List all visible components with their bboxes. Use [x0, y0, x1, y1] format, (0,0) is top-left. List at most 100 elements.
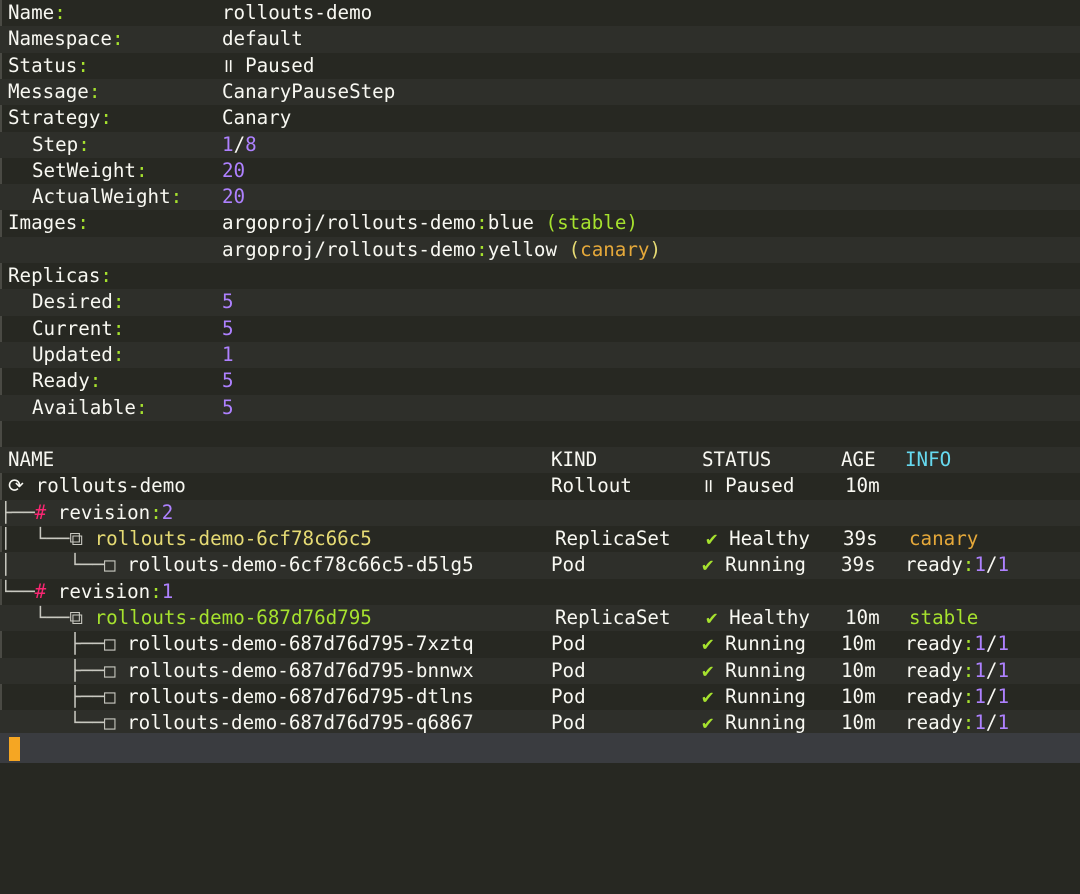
- pod-icon: □: [103, 658, 116, 682]
- pod-status: Running: [725, 684, 806, 708]
- header-name: NAME: [8, 448, 55, 472]
- image1-role: stable: [557, 211, 627, 235]
- command-line[interactable]: [0, 733, 1080, 763]
- pod-total: 1: [997, 632, 1010, 656]
- detail-row-status: Status: ॥ Paused: [8, 53, 315, 77]
- table-row-pod: ├──□ rollouts-demo-687d76d795-dtlns Pod …: [0, 684, 1080, 710]
- revision-label: revision: [57, 500, 151, 524]
- detail-row-setweight: SetWeight: 20: [0, 158, 1080, 184]
- pod-age: 10m: [841, 658, 876, 682]
- setweight-label: SetWeight: [32, 158, 136, 182]
- check-icon: ✔: [706, 527, 718, 550]
- detail-row-image2: argoproj/rollouts-demo:yellow (canary): [0, 236, 1080, 263]
- ready-label: Ready: [32, 369, 90, 393]
- pod-info-label: ready: [905, 711, 963, 735]
- check-icon: ✔: [702, 711, 714, 735]
- replicaset-icon: ⧉: [69, 527, 84, 550]
- status-value: Paused: [245, 53, 315, 77]
- replicaset-name: rollouts-demo-6cf78c66c5: [94, 527, 372, 550]
- detail-row-replicas: Replicas:: [8, 264, 112, 287]
- pod-name: rollouts-demo-687d76d795-dtlns: [127, 684, 474, 708]
- table-row-replicaset-stable: └──⧉ rollouts-demo-687d76d795 ReplicaSet…: [0, 604, 1080, 632]
- image2-tag: yellow: [487, 237, 558, 261]
- pod-status: Running: [725, 632, 806, 656]
- detail-row-current: Current: 5: [0, 316, 1080, 342]
- hash-icon: #: [34, 579, 47, 603]
- check-icon: ✔: [702, 632, 714, 656]
- detail-row-strategy: Strategy: Canary: [0, 105, 1080, 131]
- pod-ready: 1: [974, 632, 986, 656]
- pod-total: 1: [997, 658, 1010, 682]
- pod-age: 39s: [841, 553, 876, 577]
- pod-total: 1: [997, 711, 1010, 735]
- detail-row-available: Available: 5: [0, 394, 1080, 421]
- pod-ready: 1: [974, 658, 986, 682]
- pod-info-label: ready: [905, 658, 963, 682]
- tree-branch: └──: [0, 579, 35, 603]
- pod-icon: □: [103, 684, 116, 708]
- status-label: Status: [8, 53, 78, 77]
- hash-icon: #: [34, 500, 47, 524]
- tree-branch: │ └──: [0, 527, 70, 550]
- table-row-revision2: ├──# revision:2: [0, 499, 1080, 526]
- replicaset-age: 10m: [845, 605, 880, 629]
- tree-branch: ├──: [0, 658, 104, 682]
- table-row-pod: │ └──□ rollouts-demo-6cf78c66c5-d5lg5 Po…: [0, 552, 1080, 579]
- image1-tag: blue: [487, 211, 534, 235]
- revision-number: 2: [161, 500, 174, 524]
- check-icon: ✔: [702, 658, 714, 682]
- current-value: 5: [222, 316, 234, 340]
- pod-kind: Pod: [551, 684, 586, 708]
- image1-repo: argoproj/rollouts-demo: [222, 211, 477, 235]
- blank-row: [0, 421, 1080, 447]
- pod-age: 10m: [841, 684, 876, 708]
- available-label: Available: [32, 395, 136, 419]
- tree-branch: └──: [0, 711, 104, 735]
- pod-name: rollouts-demo-687d76d795-7xztq: [127, 632, 474, 656]
- pod-kind: Pod: [551, 553, 586, 577]
- step-label: Step: [32, 132, 79, 156]
- header-age: AGE: [841, 448, 876, 472]
- pod-age: 10m: [841, 632, 876, 656]
- header-info: INFO: [905, 448, 952, 472]
- current-label: Current: [32, 316, 113, 340]
- rollout-age: 10m: [845, 474, 880, 498]
- header-kind: KIND: [551, 448, 598, 472]
- desired-value: 5: [222, 290, 234, 314]
- pod-ready: 1: [974, 711, 986, 735]
- terminal-window: Name: rollouts-demo Namespace: default S…: [0, 0, 1080, 763]
- tree-branch: └──: [0, 605, 70, 629]
- detail-row-step: Step: 1/8: [0, 131, 1080, 158]
- pod-name: rollouts-demo-6cf78c66c5-d5lg5: [127, 553, 474, 577]
- name-label: Name: [8, 1, 55, 24]
- replicaset-status: Healthy: [729, 605, 810, 629]
- pod-info-label: ready: [905, 632, 963, 656]
- replicaset-info: canary: [909, 527, 979, 550]
- pod-total: 1: [997, 553, 1010, 577]
- table-header: NAME KIND STATUS AGE INFO: [0, 447, 1080, 474]
- pod-ready: 1: [974, 553, 986, 577]
- table-row-pod: ├──□ rollouts-demo-687d76d795-7xztq Pod …: [0, 631, 1080, 657]
- tree-branch: │ └──: [0, 553, 104, 577]
- detail-row-ready: Ready: 5: [0, 368, 1080, 394]
- replicaset-info: stable: [909, 605, 979, 629]
- pod-status: Running: [725, 553, 806, 577]
- rollout-icon: ⟳: [8, 474, 25, 498]
- rollout-name: rollouts-demo: [35, 474, 186, 498]
- available-value: 5: [222, 395, 234, 419]
- pod-info-label: ready: [905, 684, 963, 708]
- actualweight-value: 20: [222, 185, 246, 209]
- pod-total: 1: [997, 684, 1010, 708]
- detail-row-updated: Updated: 1: [0, 341, 1080, 369]
- namespace-label: Namespace: [8, 27, 112, 51]
- tree-branch: ├──: [0, 500, 35, 524]
- pod-kind: Pod: [551, 658, 586, 682]
- image2-repo: argoproj/rollouts-demo: [222, 237, 477, 261]
- step-current: 1: [222, 132, 234, 156]
- pod-status: Running: [725, 711, 806, 735]
- replicaset-age: 39s: [843, 527, 878, 550]
- namespace-value: default: [222, 27, 303, 51]
- replicaset-kind: ReplicaSet: [555, 527, 671, 550]
- images-label: Images: [8, 211, 78, 235]
- rollout-kind: Rollout: [551, 474, 632, 498]
